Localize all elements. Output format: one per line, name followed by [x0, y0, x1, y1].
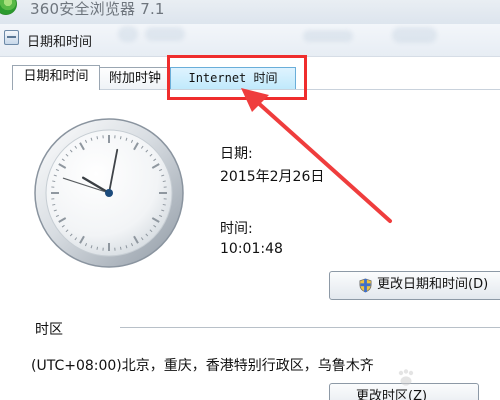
- analog-clock-svg: [34, 118, 184, 268]
- tab-additional-clocks-label: 附加时钟: [108, 71, 161, 86]
- blurred-caption-detail: [145, 27, 185, 41]
- highlight-box: [167, 55, 307, 100]
- date-value: 2015年2月26日: [220, 169, 325, 185]
- blurred-caption-detail: [392, 27, 437, 43]
- analog-clock-icon: [31, 115, 187, 271]
- change-timezone-button[interactable]: 更改时区(Z): [329, 383, 479, 400]
- timezone-value: (UTC+08:00)北京，重庆，香港特别行政区，乌鲁木齐: [31, 358, 374, 374]
- browser-logo-icon: [0, 0, 17, 15]
- change-date-time-button[interactable]: 更改日期和时间(D): [329, 271, 500, 300]
- clock-minute-tick: [96, 136, 99, 140]
- blurred-caption-detail: [303, 30, 353, 42]
- dialog-title: 日期和时间: [27, 35, 93, 50]
- dialog-caption: 日期和时间: [0, 24, 500, 57]
- time-value: 10:01:48: [220, 241, 283, 257]
- clock-minute-tick: [119, 136, 122, 140]
- timezone-section-rule: [120, 327, 500, 328]
- browser-caption: 360安全浏览器 7.1: [0, 0, 500, 25]
- change-date-time-label: 更改日期和时间(D): [377, 277, 489, 292]
- clock-center-pin: [105, 189, 113, 197]
- timezone-section-title: 时区: [35, 322, 63, 338]
- time-label: 时间:: [220, 221, 253, 237]
- screen: 360安全浏览器 7.1 日期和时间 日期和时间 附加时钟 Internet 时…: [0, 0, 500, 400]
- change-timezone-label: 更改时区(Z): [356, 389, 428, 400]
- browser-title: 360安全浏览器 7.1: [30, 0, 165, 18]
- window-icon: [4, 30, 19, 45]
- tab-date-time-label: 日期和时间: [23, 69, 89, 84]
- tab-additional-clocks[interactable]: 附加时钟: [99, 67, 171, 90]
- blurred-caption-detail: [118, 26, 138, 42]
- clock-minute-tick: [52, 180, 56, 183]
- clock-minute-tick: [162, 180, 166, 183]
- clock-minute-tick: [119, 246, 122, 250]
- tab-date-time[interactable]: 日期和时间: [12, 65, 100, 90]
- clock-minute-tick: [52, 203, 56, 206]
- clock-minute-tick: [96, 246, 99, 250]
- date-label: 日期:: [220, 146, 253, 162]
- clock-minute-tick: [162, 203, 166, 206]
- shield-icon: [359, 278, 372, 293]
